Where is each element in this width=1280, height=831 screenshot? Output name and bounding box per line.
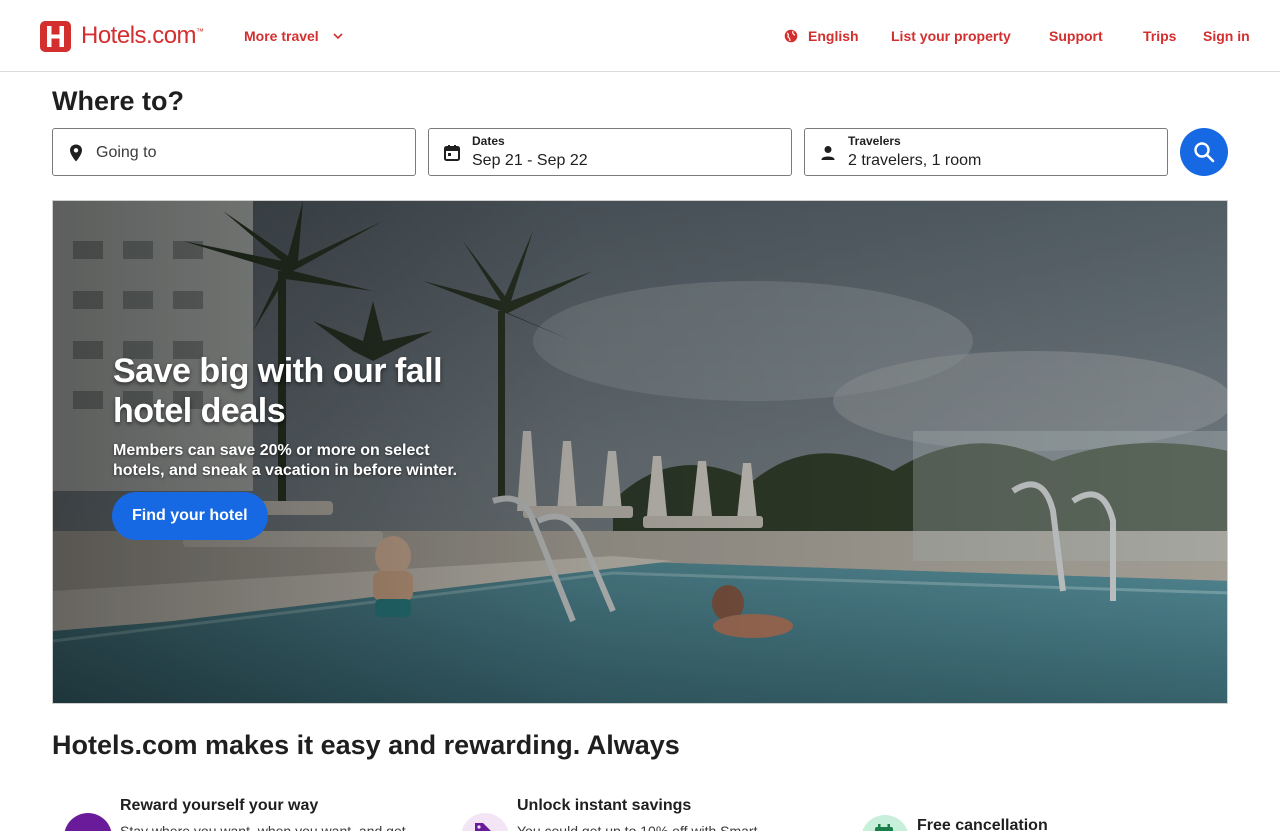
calendar-icon (444, 145, 460, 161)
list-property-link[interactable]: List your property (891, 28, 1011, 44)
find-your-hotel-button[interactable]: Find your hotel (112, 492, 268, 540)
trips-link[interactable]: Trips (1143, 28, 1176, 44)
destination-placeholder: Going to (96, 144, 157, 161)
tag-icon (461, 813, 509, 831)
hotels-logo-icon (40, 20, 71, 52)
travelers-label: Travelers (848, 134, 901, 148)
travelers-value: 2 travelers, 1 room (848, 152, 982, 169)
language-selector[interactable]: English (784, 28, 859, 44)
feature-title: Reward yourself your way (120, 797, 319, 814)
chevron-down-icon (333, 33, 343, 40)
search-icon (1194, 142, 1215, 163)
location-pin-icon (70, 144, 82, 162)
sign-in-link[interactable]: Sign in (1203, 28, 1250, 44)
reward-icon (64, 813, 112, 831)
dates-field[interactable]: Dates Sep 21 - Sep 22 (428, 128, 792, 176)
feature-title: Free cancellation (917, 817, 1048, 831)
hotels-logo[interactable]: Hotels.com™ (40, 20, 204, 52)
dates-label: Dates (472, 134, 505, 148)
logo-text: Hotels.com™ (81, 22, 204, 49)
person-icon (821, 146, 835, 160)
search-heading: Where to? (52, 86, 184, 116)
hero-banner: Save big with our fall hotel deals Membe… (52, 200, 1228, 704)
site-header: Hotels.com™ More travel English List you… (0, 0, 1280, 72)
globe-icon (784, 29, 798, 43)
hero-title: Save big with our fall hotel deals (113, 352, 443, 430)
more-travel-label: More travel (244, 28, 319, 44)
feature-desc: You could get up to 10% off with Smart (517, 823, 758, 831)
calendar-glyph-icon (875, 824, 893, 831)
dates-value: Sep 21 - Sep 22 (472, 152, 588, 169)
more-travel-menu[interactable]: More travel (244, 28, 343, 44)
destination-field[interactable]: Going to (52, 128, 416, 176)
travelers-field[interactable]: Travelers 2 travelers, 1 room (804, 128, 1168, 176)
tag-glyph-icon (475, 823, 491, 831)
feature-desc: Stay where you want, when you want, and … (120, 823, 406, 831)
feature-title: Unlock instant savings (517, 797, 692, 814)
support-link[interactable]: Support (1049, 28, 1103, 44)
section-title: Hotels.com makes it easy and rewarding. … (52, 730, 680, 760)
search-button[interactable] (1180, 128, 1228, 176)
language-label: English (808, 28, 859, 44)
hero-subtitle: Members can save 20% or more on select h… (113, 442, 458, 479)
calendar-check-icon (861, 815, 909, 831)
